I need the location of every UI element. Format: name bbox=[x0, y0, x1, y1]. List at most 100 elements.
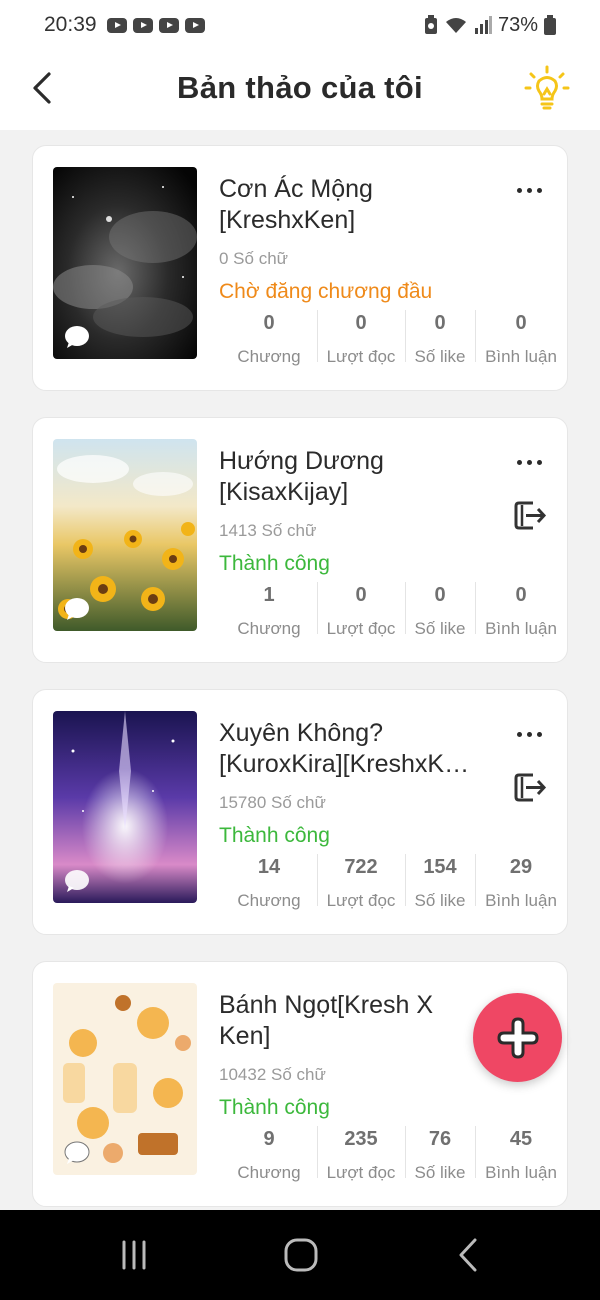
signal-icon bbox=[474, 16, 492, 34]
youtube-notification-icon bbox=[184, 17, 205, 33]
chat-bubble-icon bbox=[65, 326, 89, 348]
stat-chapters: 0 Chương bbox=[221, 306, 317, 368]
stat-label: Lượt đọc bbox=[326, 891, 396, 910]
stat-label: Lượt đọc bbox=[326, 347, 396, 366]
book-cover[interactable] bbox=[53, 983, 197, 1175]
stat-chapters: 14 Chương bbox=[221, 850, 317, 912]
chevron-left-icon bbox=[459, 1238, 477, 1272]
book-title[interactable]: Xuyên Không? [KuroxKira][KreshxK… bbox=[219, 718, 487, 780]
stat-label: Số like bbox=[414, 619, 466, 638]
stat-likes: 76 Số like bbox=[405, 1122, 475, 1184]
more-horizontal-icon bbox=[516, 731, 522, 737]
stats-row: 1 Chương 0 Lượt đọc 0 Số like 0 Bình luận bbox=[221, 578, 557, 640]
status-right: 73% bbox=[424, 14, 556, 37]
book-title-line: Bánh Ngọt[Kresh X bbox=[219, 991, 434, 1019]
recent-apps-icon bbox=[122, 1240, 146, 1270]
publish-status: Thành công bbox=[219, 1096, 330, 1119]
book-title-line: Cơn Ác Mộng bbox=[219, 175, 373, 203]
book-title-line: [KreshxKen] bbox=[219, 206, 356, 234]
stat-comments: 29 Bình luận bbox=[475, 850, 567, 912]
book-title[interactable]: Cơn Ác Mộng [KreshxKen] bbox=[219, 174, 487, 236]
youtube-notification-icon bbox=[106, 17, 127, 33]
more-dot bbox=[536, 187, 542, 193]
stat-reads: 0 Lượt đọc bbox=[317, 306, 405, 368]
more-options-button[interactable] bbox=[511, 182, 547, 198]
stat-reads: 0 Lượt đọc bbox=[317, 578, 405, 640]
word-count: 0 Số chữ bbox=[219, 249, 289, 268]
book-cover[interactable] bbox=[53, 439, 197, 631]
stat-label: Chương bbox=[237, 1163, 301, 1182]
stat-label: Chương bbox=[237, 347, 301, 366]
battery-percent: 73% bbox=[497, 13, 538, 36]
recent-apps-button[interactable] bbox=[109, 1235, 159, 1275]
stat-comments: 0 Bình luận bbox=[475, 578, 567, 640]
stat-value: 0 bbox=[263, 312, 275, 334]
status-time: 20:39 bbox=[44, 13, 97, 36]
system-back-button[interactable] bbox=[443, 1235, 493, 1275]
more-dot bbox=[526, 459, 532, 465]
status-bar: 20:39 73% bbox=[0, 0, 600, 50]
export-button[interactable] bbox=[511, 768, 549, 806]
stat-label: Chương bbox=[237, 619, 301, 638]
system-nav-bar bbox=[0, 1210, 600, 1300]
stat-chapters: 1 Chương bbox=[221, 578, 317, 640]
book-title-line: Xuyên Không? bbox=[219, 719, 384, 747]
word-count: 10432 Số chữ bbox=[219, 1065, 326, 1084]
add-manuscript-button[interactable] bbox=[473, 993, 562, 1082]
stat-likes: 0 Số like bbox=[405, 306, 475, 368]
stat-value: 9 bbox=[263, 1128, 275, 1150]
more-options-button[interactable] bbox=[511, 454, 547, 470]
home-icon bbox=[284, 1238, 318, 1272]
stat-label: Bình luận bbox=[485, 891, 557, 910]
stat-value: 235 bbox=[344, 1128, 378, 1150]
book-title-line: [KisaxKijay] bbox=[219, 478, 349, 506]
youtube-notification-icon bbox=[132, 17, 153, 33]
stat-value: 154 bbox=[423, 856, 457, 878]
stat-value: 1 bbox=[263, 584, 275, 606]
manuscript-card[interactable]: Cơn Ác Mộng [KreshxKen] 0 Số chữ Chờ đăn… bbox=[32, 145, 568, 391]
more-dot bbox=[536, 731, 542, 737]
more-horizontal-icon bbox=[516, 459, 522, 465]
more-horizontal-icon bbox=[516, 187, 522, 193]
book-cover[interactable] bbox=[53, 167, 197, 359]
book-title-line: Ken] bbox=[219, 1022, 271, 1050]
idea-button[interactable] bbox=[522, 64, 572, 114]
book-title-line: Hướng Dương bbox=[219, 447, 384, 475]
export-button[interactable] bbox=[511, 496, 549, 534]
book-title[interactable]: Hướng Dương [KisaxKijay] bbox=[219, 446, 487, 508]
stat-value: 0 bbox=[515, 584, 527, 606]
manuscript-card[interactable]: Bánh Ngọt[Kresh X Ken] 10432 Số chữ Thàn… bbox=[32, 961, 568, 1207]
stat-comments: 0 Bình luận bbox=[475, 306, 567, 368]
stat-value: 14 bbox=[257, 856, 281, 878]
book-title[interactable]: Bánh Ngọt[Kresh X Ken] bbox=[219, 990, 487, 1052]
stat-value: 76 bbox=[428, 1128, 452, 1150]
stat-value: 0 bbox=[355, 584, 367, 606]
stat-value: 0 bbox=[515, 312, 527, 334]
wifi-icon bbox=[445, 18, 466, 33]
stat-label: Lượt đọc bbox=[326, 619, 396, 638]
battery-icon bbox=[544, 15, 556, 35]
book-cover[interactable] bbox=[53, 711, 197, 903]
manuscript-card[interactable]: Xuyên Không? [KuroxKira][KreshxK… 15780 … bbox=[32, 689, 568, 935]
stat-value: 0 bbox=[355, 312, 367, 334]
more-options-button[interactable] bbox=[511, 726, 547, 742]
page-title: Bản thảo của tôi bbox=[177, 70, 423, 105]
stat-value: 0 bbox=[434, 312, 446, 334]
publish-status: Chờ đăng chương đầu bbox=[219, 280, 433, 303]
stats-row: 0 Chương 0 Lượt đọc 0 Số like 0 Bình luận bbox=[221, 306, 557, 368]
stat-value: 45 bbox=[509, 1128, 533, 1150]
manuscript-card[interactable]: Hướng Dương [KisaxKijay] 1413 Số chữ Thà… bbox=[32, 417, 568, 663]
notification-icons bbox=[106, 17, 205, 33]
stat-chapters: 9 Chương bbox=[221, 1122, 317, 1184]
stat-label: Chương bbox=[237, 891, 301, 910]
word-count: 15780 Số chữ bbox=[219, 793, 326, 812]
lightbulb-icon bbox=[524, 65, 570, 110]
stats-row: 14 Chương 722 Lượt đọc 154 Số like 29 Bình l… bbox=[221, 850, 557, 912]
stat-comments: 45 Bình luận bbox=[475, 1122, 567, 1184]
home-button[interactable] bbox=[276, 1235, 326, 1275]
stat-label: Số like bbox=[414, 891, 466, 910]
stats-row: 9 Chương 235 Lượt đọc 76 Số like 45 Bình luậ… bbox=[221, 1122, 557, 1184]
more-dot bbox=[536, 459, 542, 465]
chat-bubble-icon bbox=[65, 598, 89, 620]
stat-likes: 154 Số like bbox=[405, 850, 475, 912]
